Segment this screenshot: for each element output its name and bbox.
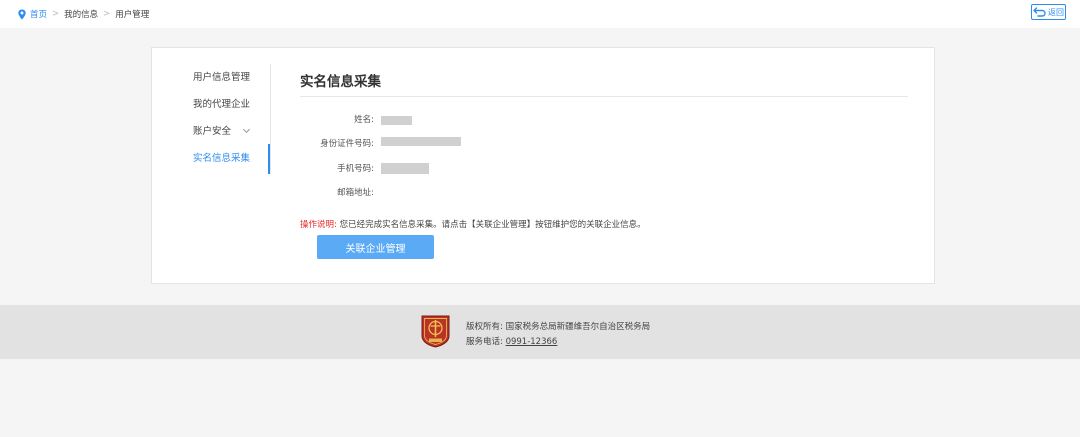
breadcrumb-user-management: 用户管理	[115, 10, 150, 20]
footer-phone: 服务电话: 0991-12366	[466, 335, 557, 347]
manage-linked-companies-button[interactable]: 关联企业管理	[317, 235, 434, 259]
copyright-label: 版权所有:	[466, 322, 503, 332]
copyright-value: 国家税务总局新疆维吾尔自治区税务局	[505, 322, 651, 332]
name-value-redacted	[381, 116, 412, 125]
operation-notice: 操作说明: 您已经完成实名信息采集。请点击【关联企业管理】按钮维护您的关联企业信…	[300, 218, 646, 230]
phone-label: 服务电话:	[466, 337, 503, 347]
breadcrumb-my-info[interactable]: 我的信息	[64, 8, 98, 20]
sidebar-item-label: 我的代理企业	[193, 99, 251, 110]
top-bar: 首页 > 我的信息 > 用户管理 返回	[0, 0, 1080, 28]
notice-label: 操作说明:	[300, 220, 337, 230]
location-pin-icon	[18, 8, 26, 20]
footer: 版权所有: 国家税务总局新疆维吾尔自治区税务局 服务电话: 0991-12366	[0, 305, 1080, 359]
sidebar-item-account-security[interactable]: 账户安全	[193, 125, 251, 139]
tax-bureau-emblem-icon	[421, 315, 450, 348]
service-phone-link[interactable]: 0991-12366	[506, 337, 558, 347]
sidebar-item-label: 用户信息管理	[193, 72, 251, 83]
sidebar-item-agent-companies[interactable]: 我的代理企业	[193, 98, 250, 112]
chevron-down-icon	[243, 125, 251, 134]
footer-copyright: 版权所有: 国家税务总局新疆维吾尔自治区税务局	[466, 320, 650, 332]
title-divider	[300, 96, 908, 97]
name-label: 姓名:	[354, 115, 374, 125]
id-number-label: 身份证件号码:	[320, 139, 374, 149]
email-label: 邮箱地址:	[337, 188, 374, 198]
breadcrumb-separator: >	[103, 9, 111, 19]
content-card: 用户信息管理 我的代理企业 账户安全 实名信息采集 实名信息采集 姓名: 身份证…	[151, 47, 935, 284]
phone-label: 手机号码:	[337, 164, 374, 174]
id-number-value-redacted	[381, 137, 461, 146]
return-arrow-icon	[1033, 7, 1046, 17]
breadcrumb-separator: >	[52, 9, 60, 19]
page-title: 实名信息采集	[300, 74, 381, 90]
back-button[interactable]: 返回	[1031, 4, 1066, 20]
sidebar-item-user-info[interactable]: 用户信息管理	[193, 71, 250, 85]
notice-text: 您已经完成实名信息采集。请点击【关联企业管理】按钮维护您的关联企业信息。	[339, 220, 646, 230]
sidebar-item-label: 账户安全	[193, 126, 232, 137]
back-button-label: 返回	[1048, 7, 1064, 17]
breadcrumb: 首页 > 我的信息 > 用户管理	[17, 8, 149, 20]
breadcrumb-home[interactable]: 首页	[30, 8, 47, 20]
phone-value-redacted	[381, 163, 429, 174]
